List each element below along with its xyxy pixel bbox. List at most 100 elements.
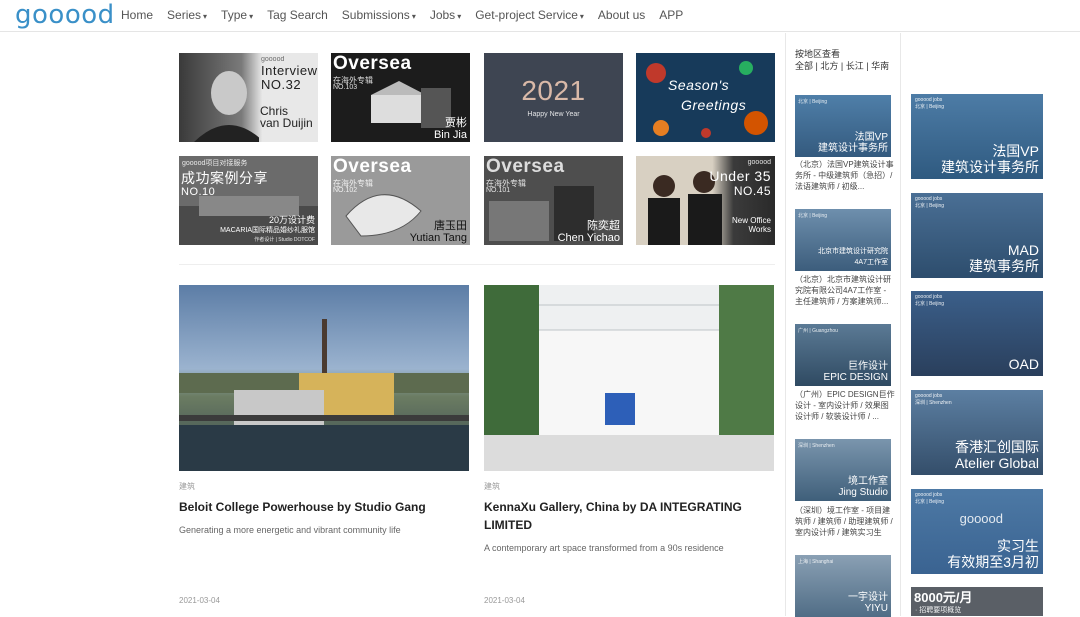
site-logo[interactable]: gooood [15,0,115,30]
powerhouse-image [179,319,469,471]
job-city: 北京 | Beijing [915,104,945,110]
job-company: 法国VP [854,132,888,143]
job-thumb[interactable]: 北京 | Beijing 北京市建筑设计研究院 4A7工作室 [795,209,891,271]
series-thumb-case-study[interactable]: gooood项目对接服务 成功案例分享 NO.10 20万设计费 MACARIA… [179,156,318,245]
job-company: 巨作设计 [848,361,888,372]
job-description[interactable]: （北京）北京市建筑设计研究院有限公司4A7工作室 - 主任建筑师 / 方案建筑师… [795,274,895,307]
series-thumb-oversea-103[interactable]: Oversea 在海外专辑 NO.103 贾彬 Bin Jia [331,53,470,142]
featured-job[interactable]: gooood jobs 北京 | Beijing MAD 建筑事务所 [911,193,1043,278]
nav-app-label: APP [659,8,684,22]
series-thumb-interview[interactable]: gooood Interview NO.32 Chris van Duijin [179,53,318,142]
job-thumb[interactable]: 深圳 | Shenzhen 境工作室 Jing Studio [795,439,891,501]
job-company-sub: 4A7工作室 [854,259,888,266]
featured-job[interactable]: gooood jobs 北京 | Beijing 法国VP 建筑设计事务所 [911,94,1043,179]
thumb-title: Season's [668,77,730,93]
job-company-sub: 有效期至3月初 [947,554,1039,570]
job-description[interactable]: （北京）法国VP建筑设计事务所 - 中级建筑师（急招）/ 法语建筑师 / 初级.… [795,159,895,192]
section-divider [179,264,775,265]
chevron-down-icon: ▾ [579,12,584,21]
region-north-link[interactable]: 北方 [820,61,838,71]
thumb-number: NO.32 [261,77,302,92]
feature-category[interactable]: 建筑 [484,481,500,492]
job-company: 一宇设计 [848,592,888,603]
series-thumb-2021[interactable]: 2021 Happy New Year [484,53,623,142]
nav-about[interactable]: About us [598,8,645,22]
thumb-title: Interview [261,63,318,78]
featured-job[interactable]: gooood jobs 北京 | Beijing gooood 实习生 有效期至… [911,489,1043,574]
nav-jobs[interactable]: Jobs ▾ [430,8,461,22]
region-south-link[interactable]: 华南 [871,61,889,71]
thumb-title: Under 35 [709,168,771,184]
sidebar-divider [785,33,786,616]
region-filter: 全部 | 北方 | 长江 | 华南 [795,59,889,72]
job-company-sub: 建筑事务所 [969,258,1039,274]
thumb-title: 2021 [521,75,586,106]
thumb-person-en: Bin Jia [433,129,467,141]
job-company: 香港汇创国际 [955,439,1039,455]
separator: | [863,61,872,71]
job-thumb[interactable]: 广州 | Guangzhou 巨作设计 EPIC DESIGN [795,324,891,386]
job-city: 深圳 | Shenzhen [915,400,952,406]
featured-job[interactable]: gooood jobs 北京 | Beijing OAD [911,291,1043,376]
thumb-number: NO.102 [333,187,358,194]
thumb-tag: gooood [747,159,771,166]
thumb-person: 唐玉田 [434,220,467,232]
feature-date: 2021-03-04 [484,596,525,605]
feature-category[interactable]: 建筑 [179,481,195,492]
thumb-person-en: van Duijin [260,116,313,130]
job-tag: gooood jobs [915,492,943,498]
nav-submissions[interactable]: Submissions ▾ [342,8,416,22]
feature-image-beloit[interactable] [179,285,469,471]
thumb-number: NO.10 [181,186,216,198]
nav-get-project[interactable]: Get-project Service ▾ [475,8,584,22]
job-city: 北京 | Beijing [915,203,945,209]
job-thumb[interactable]: 上海 | Shanghai 一宇设计 YIYU [795,555,891,617]
series-thumb-oversea-102[interactable]: Oversea 在海外专辑 NO.102 唐玉田 Yutian Tang [331,156,470,245]
nav-home[interactable]: Home [121,8,153,22]
featured-job[interactable]: 8000元/月 · 招聘要项概览 [911,587,1043,616]
top-navbar: gooood Home Series ▾ Type ▾ Tag Search Sub… [0,0,1080,32]
region-all-link[interactable]: 全部 [795,61,813,71]
thumb-title: Oversea [486,156,565,177]
gallery-image [484,285,774,471]
job-city: 北京 | Beijing [915,499,945,505]
feature-subtitle: Generating a more energetic and vibrant … [179,525,401,535]
job-company-sub: EPIC DESIGN [823,372,888,383]
chevron-down-icon: ▾ [203,12,208,21]
thumb-tag: gooood [261,56,285,63]
feature-title[interactable]: KennaXu Gallery, China by DA INTEGRATING… [484,498,754,534]
nav-series[interactable]: Series ▾ [167,8,207,22]
nav-about-label: About us [597,8,646,22]
thumb-author: 作者设计 | Studio DOTCOF [254,237,315,243]
job-company: MAD [1007,242,1039,258]
nav-type[interactable]: Type ▾ [221,8,253,22]
job-company-sub: YIYU [864,603,888,614]
job-thumb[interactable]: 北京 | Beijing 法国VP 建筑设计事务所 [795,95,891,157]
nav-app[interactable]: APP [659,8,683,22]
job-city: 上海 | Shanghai [798,559,834,565]
job-city: 北京 | Beijing [798,99,828,105]
region-yangtze-link[interactable]: 长江 [846,61,864,71]
thumb-number: NO.101 [486,187,511,194]
series-thumb-seasons-greetings[interactable]: Season's Greetings [636,53,775,142]
thumb-tag: gooood项目对接服务 [182,160,248,167]
thumb-subtitle: Happy New Year [527,111,580,118]
job-company: OAD [1008,356,1039,372]
job-company: 实习生 [997,538,1039,554]
featured-job[interactable]: gooood jobs 深圳 | Shenzhen 香港汇创国际 Atelier… [911,390,1043,475]
job-company-sub: Jing Studio [838,487,888,498]
nav-tag-search[interactable]: Tag Search [267,8,328,22]
job-city: 北京 | Beijing [915,301,945,307]
job-brand: gooood [959,511,1003,526]
chevron-down-icon: ▾ [249,12,254,21]
feature-title[interactable]: Beloit College Powerhouse by Studio Gang [179,498,469,516]
main-menu: Home Series ▾ Type ▾ Tag Search Submission… [121,8,697,22]
thumb-person-en: Works [748,225,771,234]
feature-image-kennaxu[interactable] [484,285,774,471]
job-description[interactable]: （深圳）境工作室 - 项目建筑师 / 建筑师 / 助理建筑师 / 室内设计师 /… [795,505,895,538]
series-thumb-under35[interactable]: gooood Under 35 NO.45 New Office Works [636,156,775,245]
job-city: 深圳 | Shenzhen [798,443,835,449]
series-thumb-oversea-101[interactable]: Oversea 在海外专辑 NO.101 陈奕超 Chen Yichao [484,156,623,245]
job-description[interactable]: （广州）EPIC DESIGN巨作设计 - 室内设计师 / 效果图设计师 / 软… [795,389,895,422]
nav-series-label: Series [167,8,202,22]
